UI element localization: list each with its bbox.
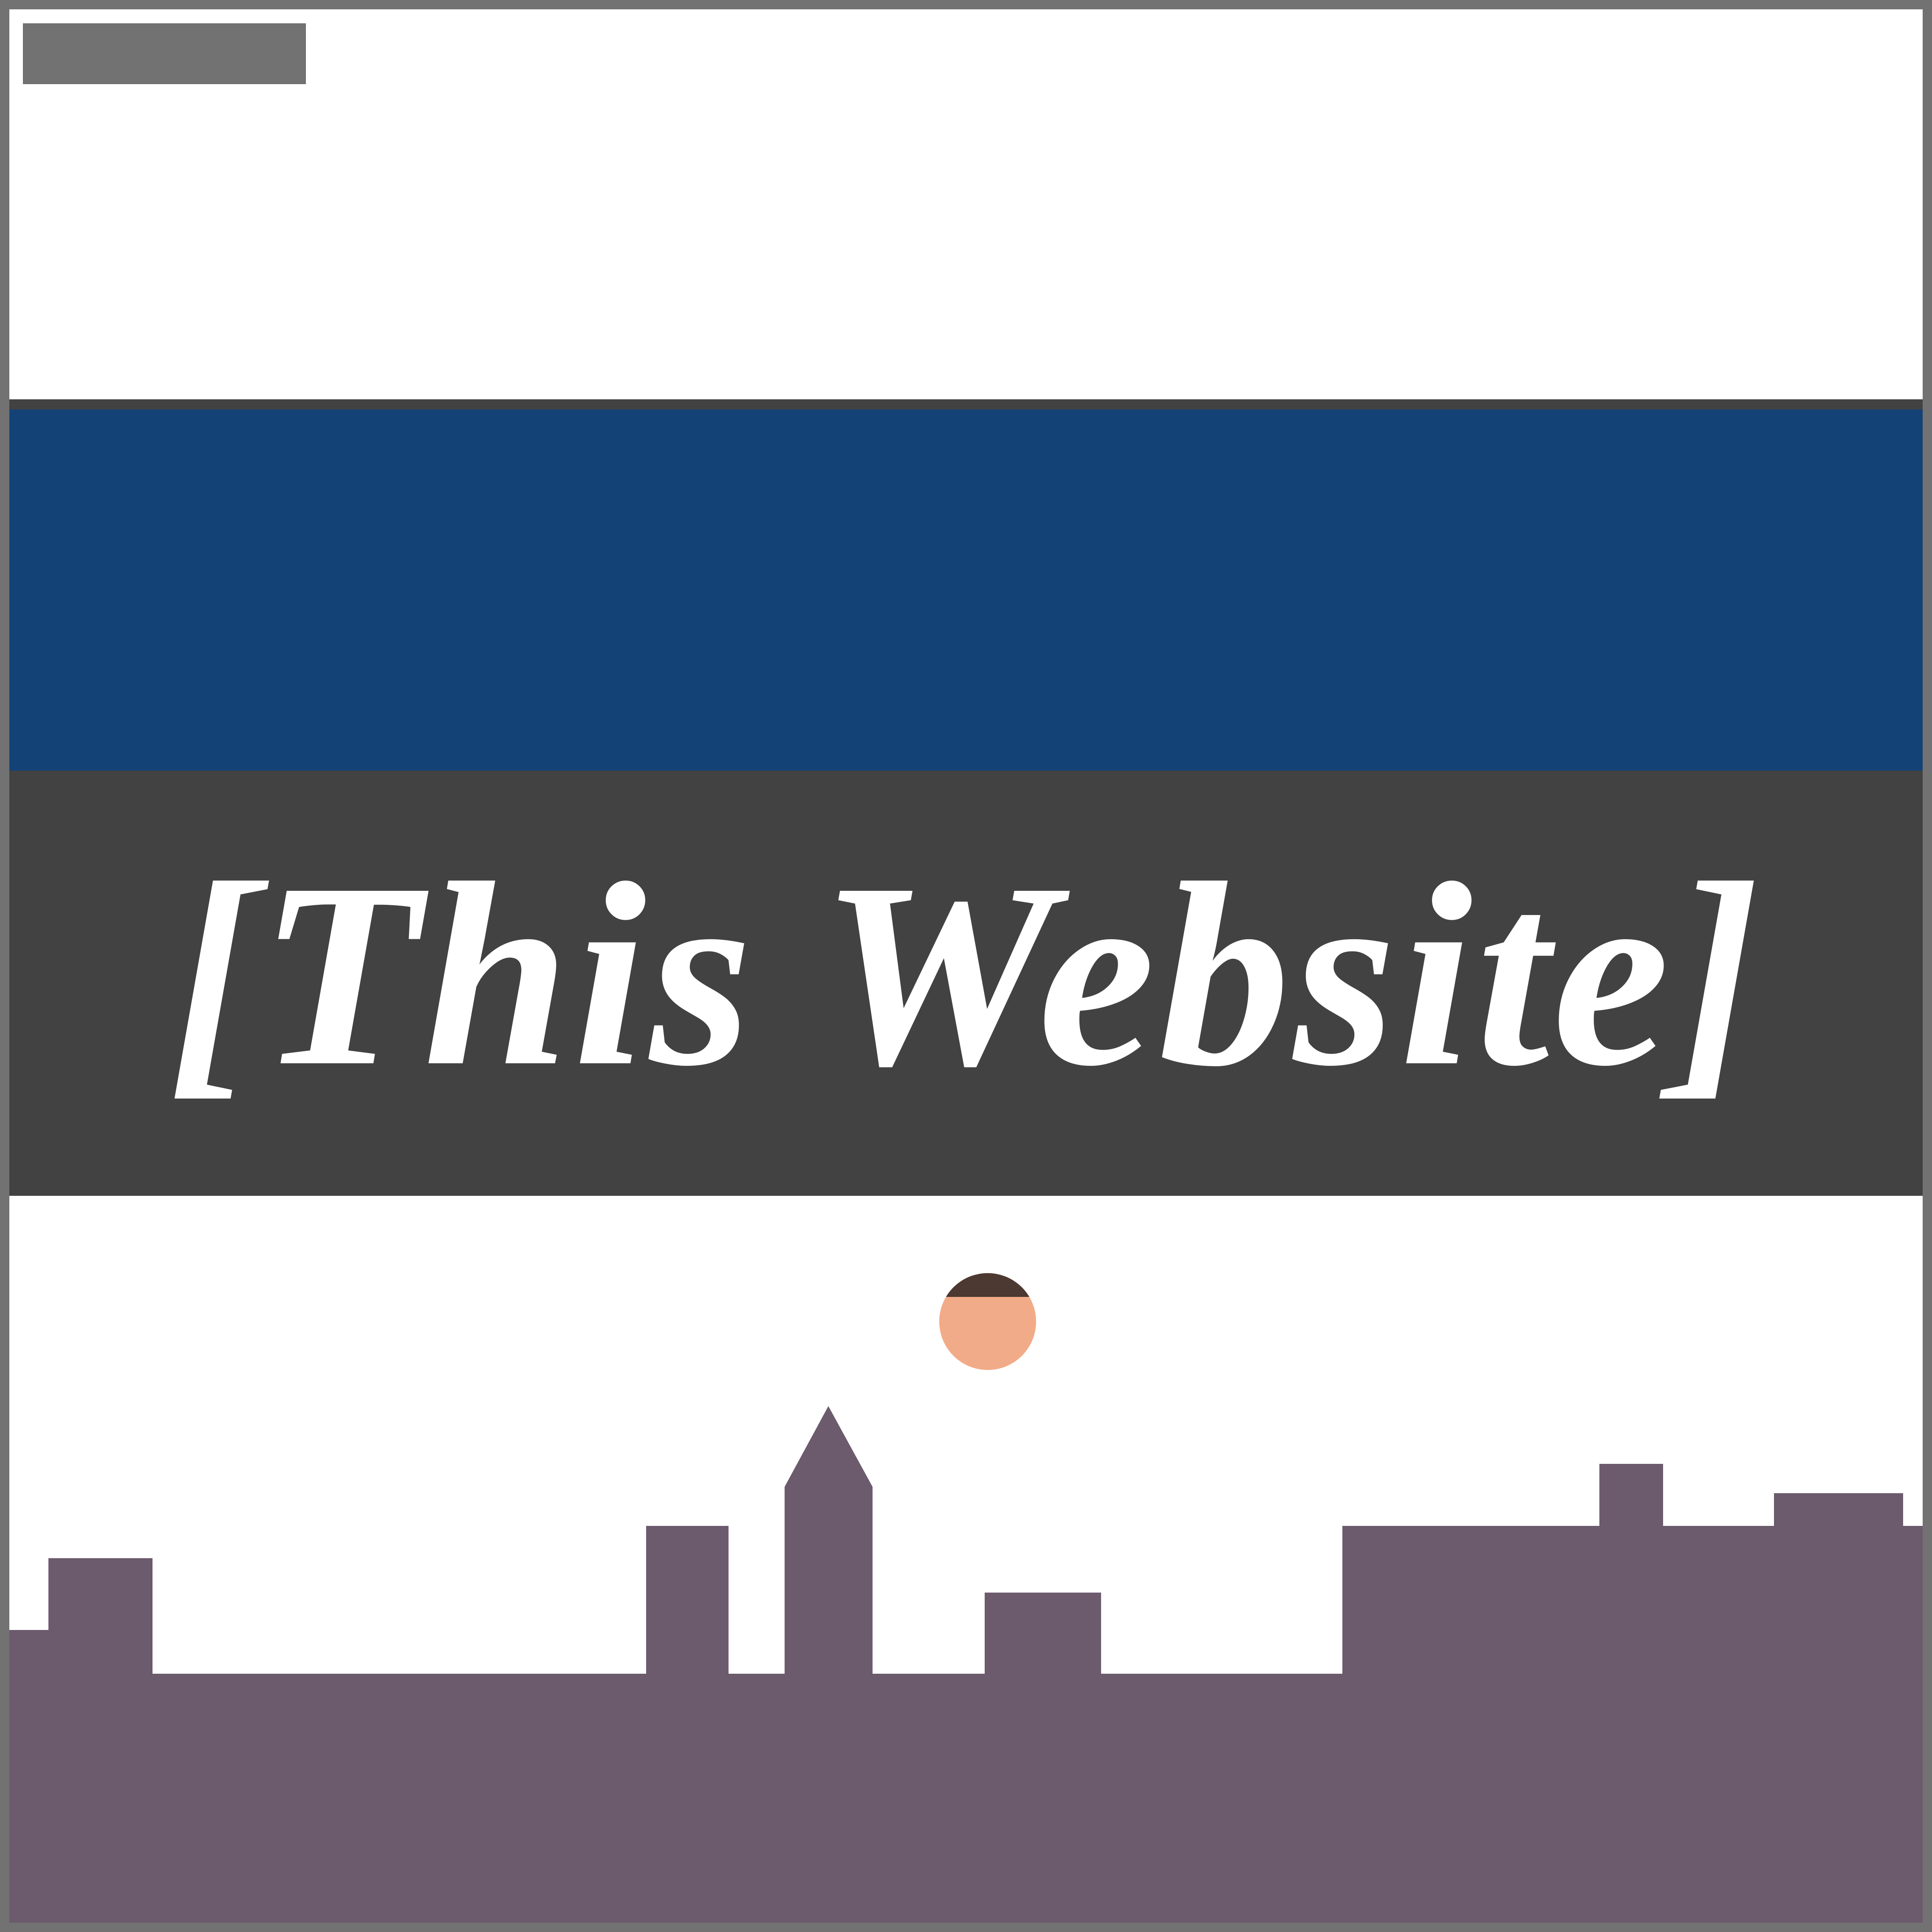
- city-skyline-icon: [9, 1406, 1923, 1923]
- page: { "site": { "title": "[This Website]" },…: [0, 0, 1932, 1932]
- avatar-hair: [939, 1273, 1036, 1297]
- page-frame: [This Website]: [9, 9, 1923, 1923]
- avatar-icon: [939, 1273, 1036, 1370]
- skyline-shape: [9, 1406, 1923, 1923]
